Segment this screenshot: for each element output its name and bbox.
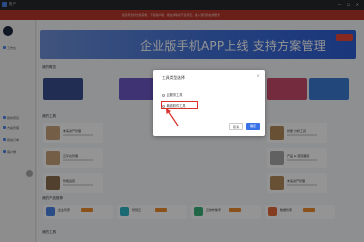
radio-icon bbox=[162, 93, 165, 97]
cancel-button[interactable]: 取消 bbox=[229, 123, 243, 130]
dialog-title: 工具类型选择 bbox=[162, 75, 185, 80]
highlight-box bbox=[161, 101, 198, 109]
option-cloud-tool[interactable]: 云服务工具 bbox=[162, 92, 182, 97]
close-icon[interactable]: × bbox=[256, 74, 260, 79]
tool-type-dialog: 工具类型选择 × 云服务工具 离线软件工具 取消 确定 bbox=[153, 70, 265, 136]
ok-button[interactable]: 确定 bbox=[246, 123, 260, 130]
